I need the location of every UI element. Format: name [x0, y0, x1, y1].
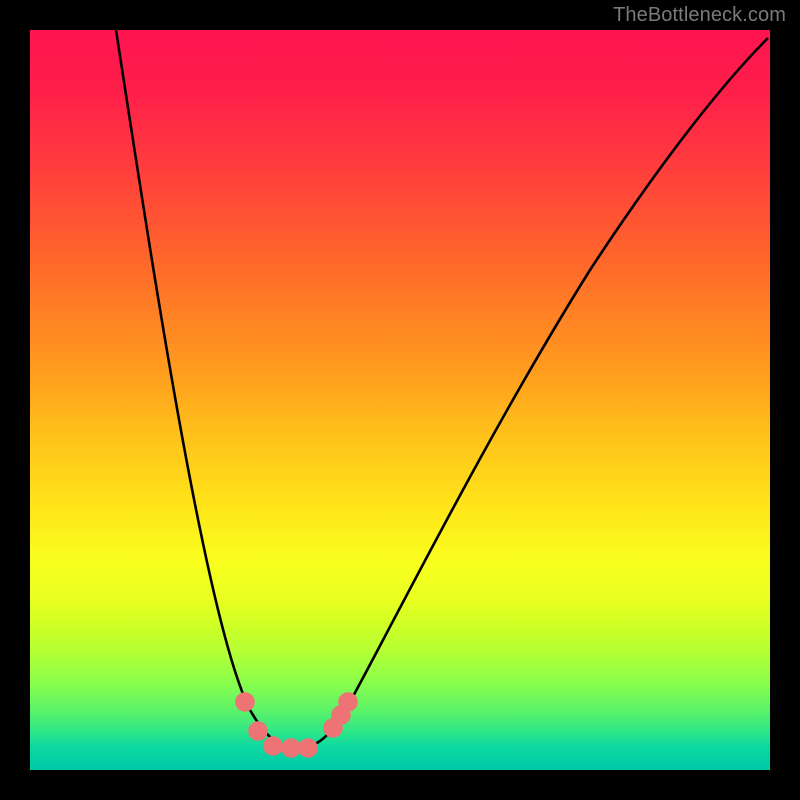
marker [281, 738, 301, 758]
bottleneck-curve [116, 30, 768, 748]
marker-group [235, 692, 358, 758]
chart-frame: TheBottleneck.com [0, 0, 800, 800]
marker [235, 692, 255, 712]
marker [338, 692, 358, 712]
curve-layer [30, 30, 770, 770]
plot-area [30, 30, 770, 770]
marker [263, 736, 283, 756]
marker [298, 738, 318, 758]
marker [248, 721, 268, 741]
watermark-text: TheBottleneck.com [613, 4, 786, 27]
